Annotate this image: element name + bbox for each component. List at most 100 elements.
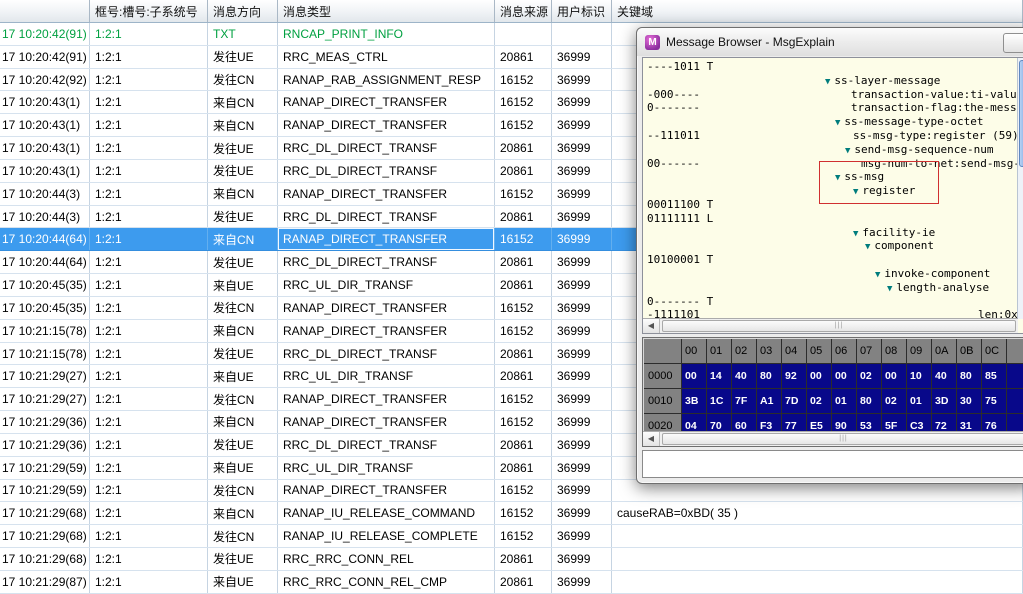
- hex-cell[interactable]: C3: [907, 414, 932, 432]
- hex-cell[interactable]: 00: [882, 364, 907, 389]
- hex-cell[interactable]: 01: [832, 389, 857, 414]
- table-cell: 17 10:20:43(1): [0, 91, 90, 114]
- hex-cell[interactable]: 02: [807, 389, 832, 414]
- scroll-left-icon[interactable]: ◀: [643, 319, 660, 333]
- hex-cell[interactable]: 10: [907, 364, 932, 389]
- tree-line[interactable]: 0------- T: [643, 295, 1018, 309]
- hex-cell[interactable]: 00: [807, 364, 832, 389]
- hex-cell[interactable]: 1C: [707, 389, 732, 414]
- hex-cell[interactable]: 53: [857, 414, 882, 432]
- hex-cell[interactable]: 92: [782, 364, 807, 389]
- tree-line[interactable]: 0------- transaction-flag:the-message: [643, 101, 1018, 115]
- tree-line[interactable]: 01111111 L: [643, 212, 1018, 226]
- hex-cell[interactable]: 70: [707, 414, 732, 432]
- hex-cell[interactable]: 00: [682, 364, 707, 389]
- table-cell: [612, 525, 1023, 548]
- hex-cell[interactable]: 40: [932, 364, 957, 389]
- table-row[interactable]: 17 10:21:29(68) 1:2:1 来自CN RANAP_IU_RELEASE…: [0, 502, 1023, 526]
- hex-cell[interactable]: 77: [782, 414, 807, 432]
- hex-cell[interactable]: 30: [957, 389, 982, 414]
- detail-text-pane[interactable]: [642, 450, 1023, 478]
- collapse-arrow-icon[interactable]: ▼: [875, 270, 880, 280]
- hex-cell[interactable]: 90: [832, 414, 857, 432]
- hex-cell[interactable]: 40: [732, 364, 757, 389]
- hex-cell[interactable]: 02: [857, 364, 882, 389]
- collapse-arrow-icon[interactable]: ▼: [853, 187, 858, 197]
- collapse-arrow-icon[interactable]: ▼: [825, 77, 830, 87]
- hex-cell[interactable]: 80: [957, 364, 982, 389]
- minimize-button[interactable]: [1003, 33, 1023, 53]
- tree-node-label: ss-msg-type:register (59): [853, 128, 1018, 142]
- tree-line[interactable]: 10100001 T: [643, 253, 1018, 267]
- scrollbar-thumb[interactable]: [1019, 60, 1023, 167]
- column-header[interactable]: 消息方向: [208, 0, 278, 22]
- column-header[interactable]: 关键域: [612, 0, 1023, 22]
- hex-filler: [1007, 339, 1023, 364]
- window-titlebar[interactable]: M Message Browser - MsgExplain: [637, 28, 1023, 56]
- hex-cell[interactable]: 80: [857, 389, 882, 414]
- tree-line[interactable]: ▼ component: [643, 239, 1018, 253]
- hex-cell[interactable]: 75: [982, 389, 1007, 414]
- table-cell: 20861: [495, 365, 552, 388]
- column-header[interactable]: 消息类型: [278, 0, 495, 22]
- scrollbar-thumb[interactable]: |||: [662, 433, 1023, 445]
- tree-line[interactable]: --111011 ss-msg-type:register (59): [643, 129, 1018, 143]
- table-cell: 发往UE: [208, 205, 278, 228]
- table-cell: 1:2:1: [90, 433, 208, 456]
- hex-cell[interactable]: 31: [957, 414, 982, 432]
- column-header[interactable]: [0, 0, 90, 22]
- hex-cell[interactable]: 76: [982, 414, 1007, 432]
- tree-line[interactable]: ▼ invoke-component: [643, 267, 1018, 281]
- hex-cell[interactable]: 00: [832, 364, 857, 389]
- hex-cell[interactable]: 7D: [782, 389, 807, 414]
- collapse-arrow-icon[interactable]: ▼: [835, 173, 840, 183]
- hex-horizontal-scrollbar[interactable]: ◀ |||: [643, 431, 1023, 446]
- tree-line[interactable]: ▼ register: [643, 184, 1018, 198]
- table-cell: 17 10:21:29(36): [0, 411, 90, 433]
- collapse-arrow-icon[interactable]: ▼: [845, 146, 850, 156]
- hex-cell[interactable]: 3D: [932, 389, 957, 414]
- tree-line[interactable]: ▼ ss-message-type-octet: [643, 115, 1018, 129]
- scroll-left-icon[interactable]: ◀: [643, 432, 660, 446]
- tree-line[interactable]: ----1011 T: [643, 60, 1018, 74]
- hex-cell[interactable]: A1: [757, 389, 782, 414]
- tree-line[interactable]: 00------ msg-num-to-net:send-msg-: [643, 157, 1018, 171]
- tree-line[interactable]: 00011100 T: [643, 198, 1018, 212]
- tree-line[interactable]: ▼ send-msg-sequence-num: [643, 143, 1018, 157]
- hex-cell[interactable]: 14: [707, 364, 732, 389]
- hex-cell[interactable]: 85: [982, 364, 1007, 389]
- hex-cell[interactable]: 7F: [732, 389, 757, 414]
- tree-line[interactable]: ▼ length-analyse: [643, 281, 1018, 295]
- table-cell: 16152: [495, 114, 552, 137]
- collapse-arrow-icon[interactable]: ▼: [835, 118, 840, 128]
- column-header[interactable]: 用户标识: [552, 0, 612, 22]
- table-row[interactable]: 17 10:21:29(68) 1:2:1 发往CN RANAP_IU_RELEASE…: [0, 525, 1023, 549]
- hex-cell[interactable]: 72: [932, 414, 957, 432]
- scrollbar-thumb[interactable]: |||: [662, 320, 1016, 332]
- collapse-arrow-icon[interactable]: ▼: [853, 229, 858, 239]
- tree-line[interactable]: ▼ ss-layer-message: [643, 74, 1018, 88]
- tree-vertical-scrollbar[interactable]: [1017, 58, 1023, 319]
- tree-line[interactable]: -000---- transaction-value:ti-value-0: [643, 88, 1018, 102]
- hex-cell[interactable]: 04: [682, 414, 707, 432]
- column-header[interactable]: 框号:槽号:子系统号: [90, 0, 208, 22]
- hex-cell[interactable]: 02: [882, 389, 907, 414]
- table-row[interactable]: 17 10:21:29(68) 1:2:1 发往UE RRC_RRC_CONN_REL…: [0, 548, 1023, 571]
- hex-cell[interactable]: 80: [757, 364, 782, 389]
- tree-line[interactable]: ▼ ss-msg: [643, 170, 1018, 184]
- tree-horizontal-scrollbar[interactable]: ◀ |||: [643, 318, 1018, 333]
- collapse-arrow-icon[interactable]: ▼: [865, 242, 870, 252]
- collapse-arrow-icon[interactable]: ▼: [887, 284, 892, 294]
- hex-cell[interactable]: 60: [732, 414, 757, 432]
- hex-cell[interactable]: F3: [757, 414, 782, 432]
- hex-cell[interactable]: 3B: [682, 389, 707, 414]
- hex-cell[interactable]: 5F: [882, 414, 907, 432]
- table-cell: 发往UE: [208, 45, 278, 68]
- table-row[interactable]: 17 10:21:29(87) 1:2:1 来自UE RRC_RRC_CONN_REL…: [0, 570, 1023, 594]
- column-header[interactable]: 消息来源: [495, 0, 552, 22]
- table-cell: 17 10:21:15(78): [0, 319, 90, 342]
- hex-filler: [1007, 414, 1023, 432]
- tree-line[interactable]: ▼ facility-ie: [643, 226, 1018, 240]
- hex-cell[interactable]: 01: [907, 389, 932, 414]
- hex-cell[interactable]: E5: [807, 414, 832, 432]
